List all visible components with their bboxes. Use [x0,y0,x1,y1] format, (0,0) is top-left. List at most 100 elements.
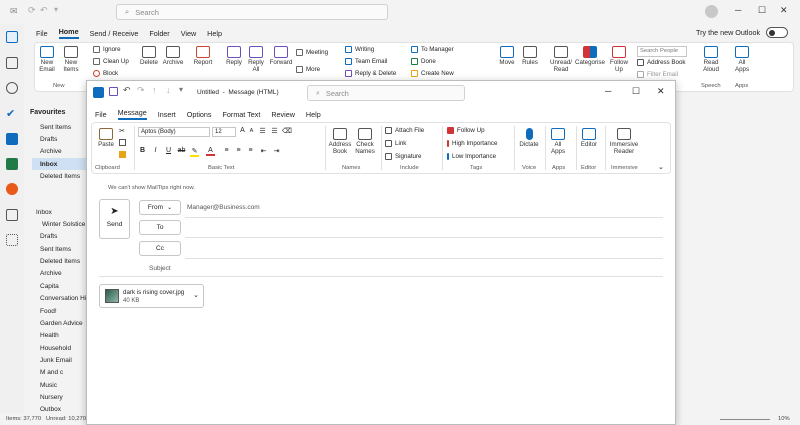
folder-item[interactable]: Nursery [40,394,63,401]
tab-message[interactable]: Message [117,108,147,120]
more-apps-icon[interactable] [6,234,18,246]
folder-item[interactable]: Winter Solstice [42,221,85,228]
avatar[interactable] [705,5,718,18]
align-right-icon[interactable]: ≡ [246,147,255,154]
attachment-chip[interactable]: dark is rising cover.jpg 40 KB ⌄ [99,284,204,308]
tab-insert[interactable]: Insert [158,110,176,119]
down-icon[interactable]: ↓ [166,85,171,95]
report-button[interactable]: Report [191,46,215,66]
save-icon[interactable] [109,87,118,96]
shrink-font-icon[interactable]: A [247,128,256,134]
folder-item[interactable]: Junk Email [40,357,72,364]
ignore-button[interactable]: Ignore [93,46,121,53]
folder-item[interactable]: Household [40,345,71,352]
compose-maximize-button[interactable]: ☐ [632,86,640,97]
customize-toolbar-icon[interactable]: ▾ [179,85,183,94]
attachment-menu-chevron-icon[interactable]: ⌄ [193,291,199,299]
unread-read-button[interactable]: Unread/ Read [547,46,575,73]
mail-icon[interactable] [6,31,18,43]
from-button[interactable]: From ⌄ [139,200,181,215]
tab-send-receive[interactable]: Send / Receive [90,29,139,38]
move-button[interactable]: Move [495,46,519,66]
to-input[interactable] [185,220,663,235]
follow-up-button[interactable]: Follow Up [607,46,631,73]
font-color-icon[interactable]: A [206,147,215,156]
highlight-icon[interactable]: ✎ [190,147,199,157]
folder-item[interactable]: Deleted Items [40,173,80,180]
quickstep-create-new[interactable]: Create New [411,70,454,77]
quickstep-done[interactable]: Done [411,58,436,65]
maximize-button[interactable]: ☐ [758,5,766,16]
archive-button[interactable]: Archive [161,46,185,66]
minimize-button[interactable]: ─ [735,5,741,15]
compose-search-box[interactable]: ⌕ Search [307,85,465,101]
people-icon[interactable] [6,82,18,94]
high-importance-button[interactable]: High Importance [447,140,497,147]
cc-input[interactable] [185,241,663,256]
clear-formatting-icon[interactable]: ⌫ [282,127,292,135]
folder-item[interactable]: Archive [40,148,62,155]
quickstep-to-manager[interactable]: To Manager [411,46,454,53]
block-button[interactable]: Block [93,70,118,77]
reply-all-button[interactable]: Reply All [245,46,267,73]
tab-review[interactable]: Review [271,110,295,119]
folder-item[interactable]: M and c [40,369,63,376]
dictate-button[interactable]: Dictate [517,128,541,148]
favourites-header[interactable]: Favourites [30,109,65,116]
try-new-outlook-toggle[interactable] [766,27,788,38]
new-items-button[interactable]: New Items [60,46,82,73]
folder-item[interactable]: Deleted Items [40,258,80,265]
align-left-icon[interactable]: ≡ [222,147,231,154]
address-book-button[interactable]: Address Book [637,59,686,66]
folder-item[interactable]: Drafts [40,233,57,240]
subject-input[interactable] [185,261,663,275]
meeting-button[interactable]: Meeting [296,49,328,56]
copy-icon[interactable] [119,139,126,146]
address-book-button[interactable]: Address Book [328,128,352,155]
more-button[interactable]: More [296,66,320,73]
rules-button[interactable]: Rules [519,46,541,66]
quickstep-team-email[interactable]: Team Email [345,58,387,65]
tab-options[interactable]: Options [187,110,212,119]
folder-item[interactable]: Garden Advice [40,320,83,327]
reply-button[interactable]: Reply [223,46,245,66]
immersive-reader-button[interactable]: Immersive Reader [608,128,640,155]
up-icon[interactable]: ↑ [152,85,157,95]
back-icon[interactable]: ✉ [10,6,20,16]
editor-button[interactable]: Editor [578,128,600,148]
zoom-slider[interactable] [720,419,770,420]
collapse-ribbon-icon[interactable]: ⌄ [658,163,664,171]
sync-icon[interactable]: ⟳ [28,5,36,16]
folder-item[interactable]: Health [40,332,59,339]
categorise-button[interactable]: Categorise [573,46,607,66]
tab-file[interactable]: File [36,29,48,38]
numbering-icon[interactable]: ☰ [270,127,279,135]
send-button[interactable]: ➤ Send [99,199,130,239]
signature-button[interactable]: Signature [385,153,422,160]
bold-button[interactable]: B [138,147,147,154]
increase-indent-icon[interactable]: ⇥ [272,147,281,155]
to-button[interactable]: To [139,220,181,235]
inbox-header[interactable]: Inbox [36,209,52,216]
font-select[interactable]: Aptos (Body) [138,127,210,137]
filter-email-button[interactable]: Filter Email [637,71,678,78]
underline-button[interactable]: U [164,147,173,154]
italic-button[interactable]: I [151,147,160,154]
todo-icon[interactable]: ✔ [6,108,18,120]
tab-view[interactable]: View [181,29,196,38]
folder-item[interactable]: Drafts [40,136,57,143]
tab-help[interactable]: Help [207,29,222,38]
folder-item[interactable]: Sent Items [40,124,71,131]
folder-item[interactable]: Outbox [40,406,61,413]
notes-icon[interactable] [6,209,18,221]
outlook-icon[interactable] [6,133,18,145]
clean-up-button[interactable]: Clean Up [93,58,129,65]
decrease-indent-icon[interactable]: ⇤ [259,147,268,155]
undo-icon[interactable]: ↶ [123,85,131,96]
close-button[interactable]: ✕ [780,5,788,16]
customize-icon[interactable]: ▾ [54,5,58,14]
quickstep-writing[interactable]: Writing [345,46,374,53]
compose-minimize-button[interactable]: ─ [605,86,611,96]
redo-icon[interactable]: ↷ [137,85,145,96]
strikethrough-button[interactable]: ab [177,147,186,154]
